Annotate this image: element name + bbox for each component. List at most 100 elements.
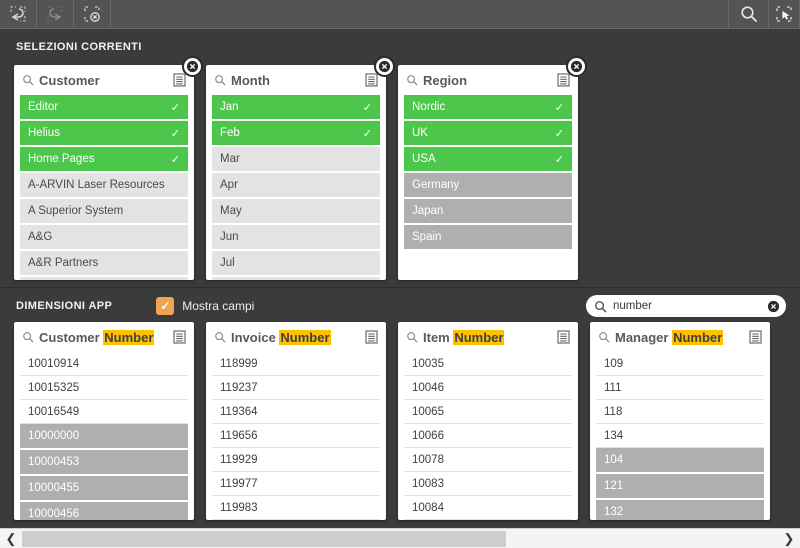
scroll-right-arrow[interactable]: ❯	[778, 529, 800, 548]
list-item[interactable]: Mar	[212, 147, 380, 171]
list-item[interactable]: 10000000	[20, 424, 188, 448]
list-item[interactable]: Japan	[404, 199, 572, 223]
panel-header: Customer Number	[14, 322, 194, 352]
list-item[interactable]: 119977	[212, 472, 380, 496]
list-item[interactable]: 10016549	[20, 400, 188, 424]
list-item-value: 119364	[220, 405, 258, 418]
selection-tool-button[interactable]	[768, 0, 800, 28]
list-item[interactable]: A&R Partners	[20, 251, 188, 275]
list-menu-icon[interactable]	[365, 330, 378, 344]
list-item[interactable]: 10078	[404, 448, 572, 472]
undo-button[interactable]	[0, 0, 37, 28]
remove-selection-button[interactable]	[566, 56, 587, 77]
list-item[interactable]: A Superior System	[20, 199, 188, 223]
list-item[interactable]: 118999	[212, 352, 380, 376]
list-item[interactable]: 104	[596, 448, 764, 472]
list-item[interactable]: UK ✓	[404, 121, 572, 145]
horizontal-scrollbar[interactable]: ❮ ❯	[0, 528, 800, 548]
list-item[interactable]: Feb ✓	[212, 121, 380, 145]
list-item[interactable]: 132	[596, 500, 764, 520]
dimension-panel: Customer Number 10010914 10015325 10016549 1…	[14, 322, 194, 520]
list-item[interactable]: 10010914	[20, 352, 188, 376]
clear-search-icon[interactable]	[767, 300, 780, 313]
list-menu-icon[interactable]	[557, 330, 570, 344]
list-item[interactable]: 118	[596, 400, 764, 424]
list-item[interactable]: 10046	[404, 376, 572, 400]
close-icon[interactable]	[186, 60, 199, 73]
list-item[interactable]: 10015325	[20, 376, 188, 400]
list-item-value: 10035	[412, 357, 444, 370]
show-fields-checkbox[interactable]: ✓ Mostra campi	[156, 297, 254, 315]
list-item[interactable]: 109	[596, 352, 764, 376]
list-item[interactable]: 10065	[404, 400, 572, 424]
field-search-box[interactable]: number	[586, 295, 786, 317]
list-item[interactable]: 119929	[212, 448, 380, 472]
list-item[interactable]: 111	[596, 376, 764, 400]
list-item[interactable]: 10000453	[20, 450, 188, 474]
list-item[interactable]: Editor ✓	[20, 95, 188, 119]
dimension-panel: Invoice Number 118999 119237 119364 119656 11…	[206, 322, 386, 520]
remove-selection-button[interactable]	[182, 56, 203, 77]
list-item[interactable]: 119983	[212, 496, 380, 520]
list-item[interactable]: Jun	[212, 225, 380, 249]
search-button[interactable]	[728, 0, 768, 28]
list-item-value: Japan	[412, 205, 444, 217]
value-list: 109 111 118 134 104 121 132	[590, 352, 770, 520]
list-item-value: 10010914	[28, 357, 80, 370]
list-item[interactable]: Apr	[212, 173, 380, 197]
scroll-left-arrow[interactable]: ❮	[0, 529, 22, 548]
list-item-value: 111	[604, 381, 622, 394]
field-search-input[interactable]: number	[613, 300, 761, 312]
list-item-value: 10000453	[28, 456, 80, 468]
redo-button[interactable]	[37, 0, 74, 28]
undo-icon	[10, 6, 26, 22]
top-toolbar	[0, 0, 800, 29]
list-item[interactable]: A&G	[20, 225, 188, 249]
list-item[interactable]: May	[212, 199, 380, 223]
list-item-value: 119237	[220, 381, 258, 394]
list-item[interactable]: Germany	[404, 173, 572, 197]
list-menu-icon[interactable]	[173, 330, 186, 344]
search-match-highlight: Number	[279, 329, 331, 345]
list-item[interactable]: ~2i	[20, 277, 188, 280]
list-item[interactable]: Helius ✓	[20, 121, 188, 145]
list-menu-icon[interactable]	[749, 330, 762, 344]
list-item[interactable]: 121	[596, 474, 764, 498]
value-list: 118999 119237 119364 119656 119929 119977 1199…	[206, 352, 386, 520]
list-item[interactable]: Jul	[212, 251, 380, 275]
list-item[interactable]: Home Pages ✓	[20, 147, 188, 171]
list-menu-icon[interactable]	[557, 73, 570, 87]
list-item-value: A Superior System	[28, 205, 124, 217]
list-menu-icon[interactable]	[365, 73, 378, 87]
list-item[interactable]: 119656	[212, 424, 380, 448]
check-icon: ✓	[362, 127, 372, 140]
list-item[interactable]: 10000456	[20, 502, 188, 520]
list-item[interactable]: 10035	[404, 352, 572, 376]
scrollbar-track[interactable]	[22, 529, 778, 548]
list-item[interactable]: 119237	[212, 376, 380, 400]
list-item[interactable]: A-ARVIN Laser Resources	[20, 173, 188, 197]
panel-field-name: Invoice Number	[231, 329, 331, 345]
list-item[interactable]: Nordic ✓	[404, 95, 572, 119]
scrollbar-thumb[interactable]	[22, 531, 506, 547]
list-item[interactable]: Spain	[404, 225, 572, 249]
search-match-highlight: Number	[103, 329, 155, 345]
list-item[interactable]: Jan ✓	[212, 95, 380, 119]
value-list: Jan ✓ Feb ✓ Mar Apr May Jun Jul Aug	[206, 95, 386, 280]
list-item[interactable]: 119364	[212, 400, 380, 424]
close-icon[interactable]	[570, 60, 583, 73]
list-item[interactable]: 10066	[404, 424, 572, 448]
check-icon: ✓	[554, 127, 564, 140]
list-item[interactable]: 10084	[404, 496, 572, 520]
list-item-value: 119656	[220, 429, 258, 442]
list-menu-icon[interactable]	[173, 73, 186, 87]
list-item[interactable]: USA ✓	[404, 147, 572, 171]
list-item[interactable]: 134	[596, 424, 764, 448]
close-icon[interactable]	[378, 60, 391, 73]
list-item[interactable]: Aug	[212, 277, 380, 280]
remove-selection-button[interactable]	[374, 56, 395, 77]
clear-selections-button[interactable]	[74, 0, 111, 28]
list-item[interactable]: 10000455	[20, 476, 188, 500]
list-item[interactable]: 10083	[404, 472, 572, 496]
redo-icon	[47, 6, 63, 22]
